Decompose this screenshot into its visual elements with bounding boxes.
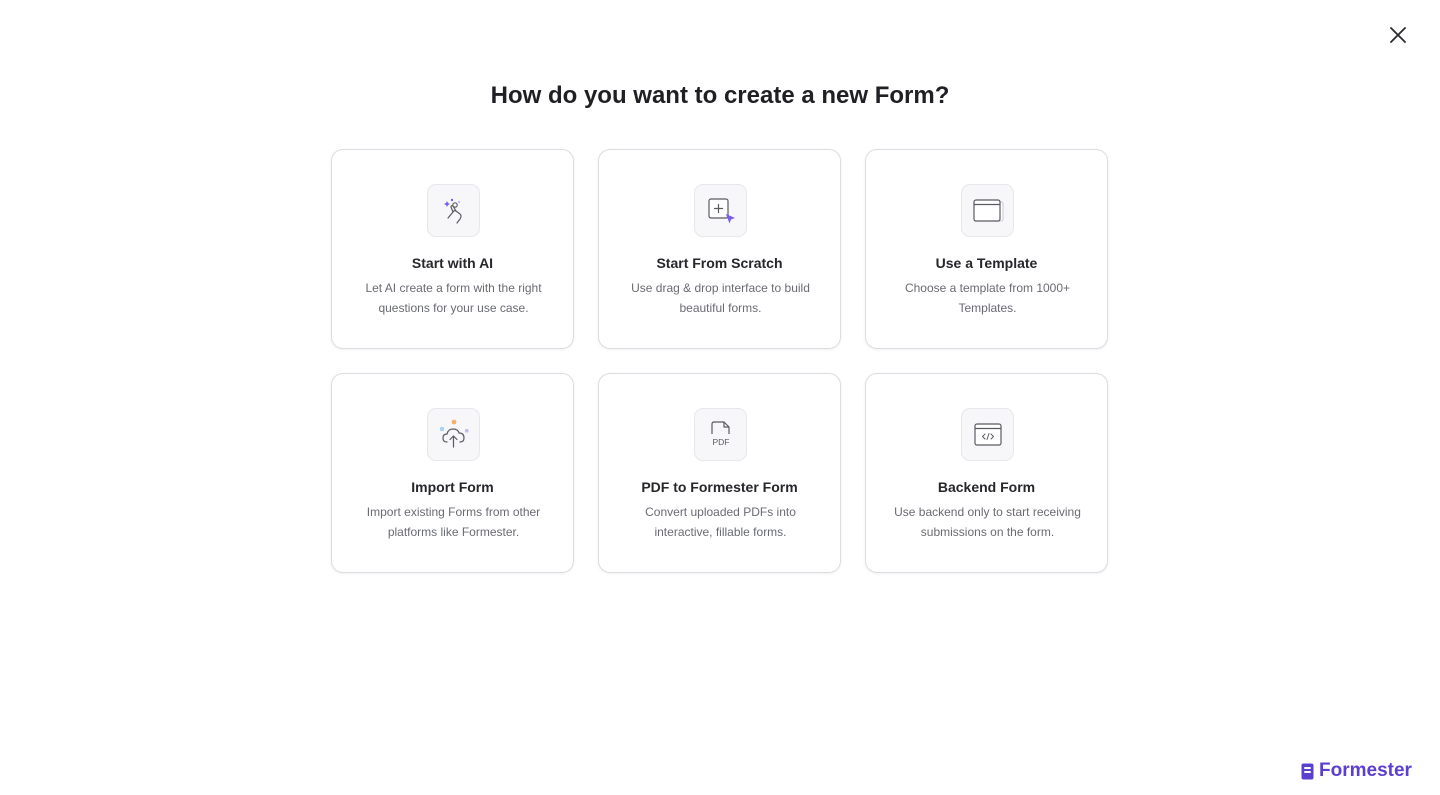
- option-title: PDF to Formester Form: [641, 479, 798, 495]
- option-title: Start From Scratch: [656, 255, 783, 271]
- template-window-icon: [961, 184, 1014, 237]
- add-box-cursor-icon: [694, 184, 747, 237]
- option-description: Convert uploaded PDFs into interactive, …: [645, 505, 796, 539]
- option-title: Use a Template: [935, 255, 1038, 271]
- option-description: Let AI create a form with the right ques…: [365, 281, 542, 315]
- close-button[interactable]: [1385, 22, 1411, 48]
- pdf-label: PDF: [712, 437, 729, 447]
- option-card-import-form[interactable]: Import Form Import existing Forms from o…: [331, 373, 574, 573]
- create-form-dialog: How do you want to create a new Form? St…: [0, 0, 1440, 795]
- option-title: Start with AI: [411, 255, 494, 271]
- option-description: Use backend only to start receiving subm…: [894, 505, 1081, 539]
- brand-name: Formester: [1319, 760, 1412, 781]
- code-window-icon: [961, 408, 1014, 461]
- option-title: Import Form: [411, 479, 494, 495]
- option-card-backend-form[interactable]: Backend Form Use backend only to start r…: [865, 373, 1108, 573]
- option-description: Choose a template from 1000+ Templates.: [904, 281, 1071, 315]
- option-description: Use drag & drop interface to build beaut…: [631, 281, 810, 315]
- ai-hand-sparkle-icon: [427, 184, 480, 237]
- option-card-use-template[interactable]: Use a Template Choose a template from 10…: [865, 149, 1108, 349]
- option-description: Import existing Forms from other platfor…: [366, 505, 541, 539]
- option-card-start-with-ai[interactable]: Start with AI Let AI create a form with …: [331, 149, 574, 349]
- brand-logo: Formester: [1301, 760, 1412, 782]
- close-icon: [1390, 27, 1406, 43]
- cloud-upload-icon: [427, 408, 480, 461]
- pdf-file-icon: PDF: [694, 408, 747, 461]
- option-card-pdf-to-form[interactable]: PDF PDF to Formester Form Convert upload…: [598, 373, 841, 573]
- option-title: Backend Form: [937, 479, 1036, 495]
- formester-logo-icon: [1301, 763, 1314, 779]
- page-title: How do you want to create a new Form?: [490, 82, 950, 109]
- option-card-start-from-scratch[interactable]: Start From Scratch Use drag & drop inter…: [598, 149, 841, 349]
